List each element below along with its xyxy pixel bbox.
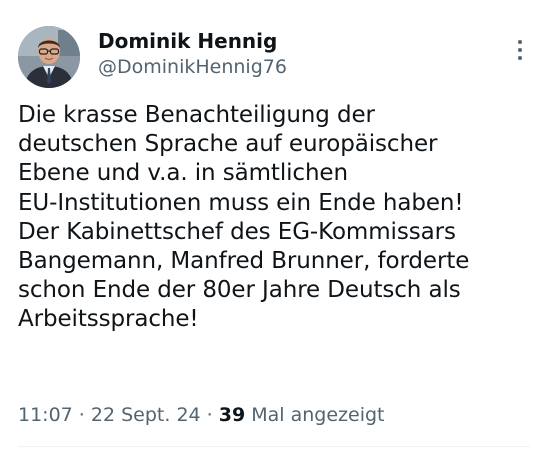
meta-separator: · bbox=[72, 404, 91, 426]
views-label: Mal angezeigt bbox=[245, 404, 385, 426]
tweet-date[interactable]: 22 Sept. 24 bbox=[91, 404, 201, 426]
author-display-name[interactable]: Dominik Hennig bbox=[98, 28, 287, 54]
meta-separator: · bbox=[200, 404, 219, 426]
tweet-meta: 11:07 · 22 Sept. 24 · 39 Mal angezeigt bbox=[18, 402, 384, 428]
profile-photo-icon bbox=[18, 26, 80, 88]
tweet-text: Die krasse Benachteiligung der deutschen… bbox=[18, 102, 470, 333]
tweet-card: Dominik Hennig @DominikHennig76 Die kras… bbox=[0, 0, 548, 450]
avatar[interactable] bbox=[18, 26, 80, 88]
more-vertical-icon[interactable] bbox=[514, 38, 526, 62]
author-block: Dominik Hennig @DominikHennig76 bbox=[98, 28, 287, 80]
tweet-time[interactable]: 11:07 bbox=[18, 404, 73, 426]
divider bbox=[18, 446, 530, 447]
author-handle[interactable]: @DominikHennig76 bbox=[98, 54, 287, 80]
views-count: 39 bbox=[218, 404, 246, 426]
